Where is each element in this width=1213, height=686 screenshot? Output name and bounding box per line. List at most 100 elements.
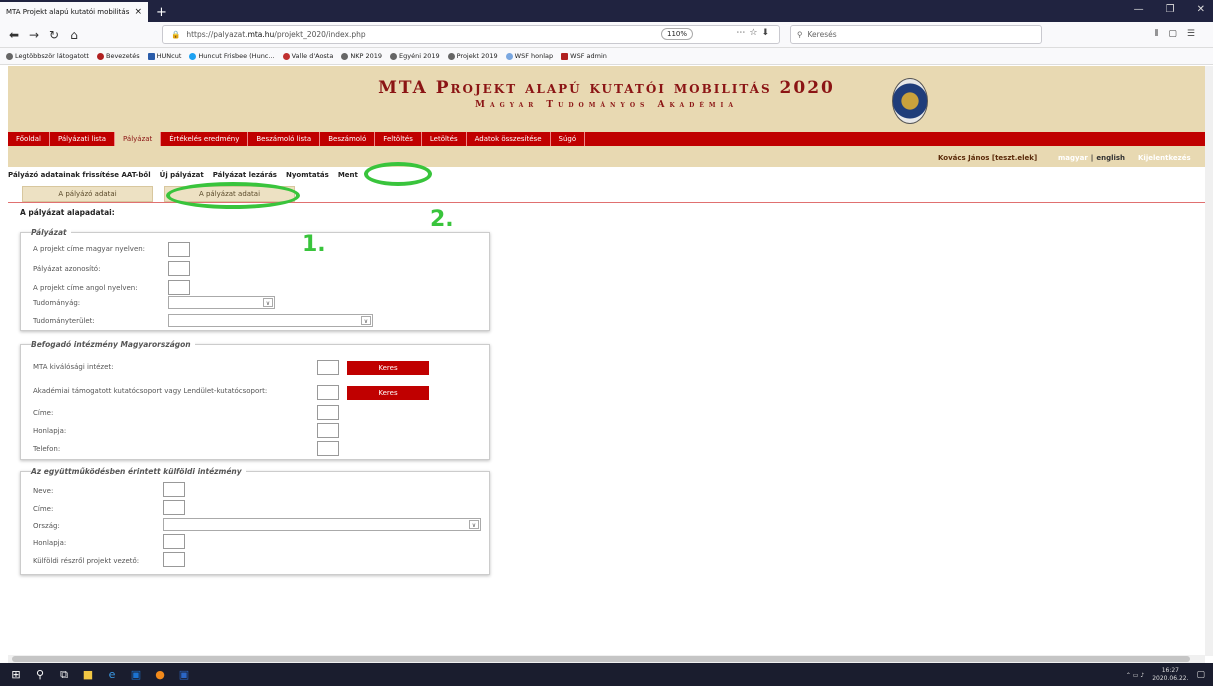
clock-date: 2020.06.22. — [1152, 675, 1189, 682]
menu-item-palyazat[interactable]: Pályázat — [115, 132, 162, 146]
toolbar-icons[interactable]: ⫴▢☰ — [1155, 29, 1205, 39]
logout-link[interactable]: Kijelentkezés — [1138, 154, 1191, 162]
menu-item-fooldal[interactable]: Főoldal — [8, 132, 50, 146]
discipline-select[interactable]: ∨ — [168, 296, 275, 309]
field-label: Ország: — [33, 522, 60, 530]
bookmark-item[interactable]: Egyéni 2019 — [390, 52, 440, 60]
tray-icons[interactable]: ⌃ ▭ ♪ — [1126, 672, 1144, 679]
clock-time: 16:27 — [1161, 667, 1179, 674]
academy-seal-logo — [892, 78, 928, 124]
menu-item-letoltes[interactable]: Letöltés — [422, 132, 467, 146]
foreign-leader-input[interactable] — [163, 552, 185, 567]
project-title-hu-input[interactable] — [168, 242, 190, 257]
menu-item-beszamolo[interactable]: Beszámoló — [320, 132, 376, 146]
country-select[interactable]: ∨ — [163, 518, 481, 531]
save-link[interactable]: Ment — [338, 171, 358, 179]
menu-item-sugo[interactable]: Súgó — [551, 132, 586, 146]
menu-item-beszamolo-lista[interactable]: Beszámoló lista — [248, 132, 321, 146]
firefox-icon[interactable]: ● — [148, 668, 172, 681]
page-actions-icon[interactable]: ⋯☆⬇ — [736, 28, 773, 38]
application-id-input[interactable] — [168, 261, 190, 276]
bookmark-item[interactable]: Bevezetés — [96, 52, 140, 60]
bookmark-item[interactable]: HUNcut — [147, 52, 181, 60]
close-application-link[interactable]: Pályázat lezárás — [213, 171, 277, 179]
back-icon[interactable]: ⬅ — [4, 28, 24, 42]
word-icon[interactable]: ▣ — [172, 668, 196, 681]
search-icon[interactable]: ⚲ — [28, 668, 52, 681]
foreign-website-input[interactable] — [163, 534, 185, 549]
file-explorer-icon[interactable]: ■ — [76, 668, 100, 681]
bookmark-icon — [6, 52, 13, 60]
bookmark-item[interactable]: NKP 2019 — [341, 52, 382, 60]
menu-item-adatok-osszesitese[interactable]: Adatok összesítése — [467, 132, 551, 146]
mta-institute-input[interactable] — [317, 360, 339, 375]
tab-applicant-data[interactable]: A pályázó adatai — [22, 186, 153, 202]
close-window-icon[interactable]: ✕ — [1197, 4, 1205, 15]
bookmark-item[interactable]: Huncut Frisbee (Hunc... — [189, 52, 275, 60]
clock[interactable]: 16:27 2020.06.22. — [1152, 667, 1188, 683]
vertical-scrollbar[interactable] — [1205, 66, 1213, 656]
host-institution-fieldset: Befogadó intézmény Magyarországon MTA ki… — [20, 340, 490, 460]
field-label: MTA kiválósági intézet: — [33, 363, 114, 371]
bookmark-item[interactable]: WSF admin — [561, 52, 607, 60]
zoom-indicator[interactable]: 110% — [660, 28, 693, 40]
lang-english-link[interactable]: english — [1096, 154, 1125, 162]
research-group-input[interactable] — [317, 385, 339, 400]
field-label: A projekt címe angol nyelven: — [33, 284, 138, 292]
bookmark-item[interactable]: Projekt 2019 — [447, 52, 498, 60]
new-application-link[interactable]: Új pályázat — [160, 171, 204, 179]
menu-item-feltoltes[interactable]: Feltöltés — [375, 132, 422, 146]
globe-icon — [341, 52, 349, 60]
current-user: Kovács János [teszt.elek] — [938, 154, 1038, 162]
reload-icon[interactable]: ↻ — [44, 28, 64, 42]
outlook-icon[interactable]: ▣ — [124, 668, 148, 681]
menu-item-ertekeles-eredmeny[interactable]: Értékelés eredmény — [161, 132, 249, 146]
field-label: Honlapja: — [33, 427, 67, 435]
chevron-down-icon: ∨ — [361, 316, 371, 325]
field-label: Pályázat azonosító: — [33, 265, 101, 273]
edge-browser-icon[interactable]: e — [100, 668, 124, 681]
host-website-input[interactable] — [317, 423, 339, 438]
os-taskbar: ⊞ ⚲ ⧉ ■ e ▣ ● ▣ ⌃ ▭ ♪ 16:27 2020.06.22. … — [0, 663, 1213, 686]
lock-icon: 🔒 — [171, 30, 181, 39]
maximize-icon[interactable]: ❐ — [1166, 4, 1175, 15]
scrollbar-thumb[interactable] — [12, 656, 1190, 662]
close-tab-icon[interactable]: × — [134, 7, 142, 17]
search-institute-button[interactable]: Keres — [347, 361, 429, 375]
foreign-address-input[interactable] — [163, 500, 185, 515]
field-label: Címe: — [33, 409, 54, 417]
forward-icon[interactable]: → — [24, 28, 44, 42]
bookmark-icon — [561, 52, 569, 60]
windows-start-icon[interactable]: ⊞ — [4, 668, 28, 681]
bookmark-item[interactable]: WSF honlap — [505, 52, 553, 60]
field-label: Külföldi részről projekt vezető: — [33, 557, 140, 565]
lang-hungarian-link[interactable]: magyar — [1058, 154, 1088, 162]
browser-tab[interactable]: MTA Projekt alapú kutatói mobilitás × — [0, 2, 148, 22]
field-of-science-select[interactable]: ∨ — [168, 314, 373, 327]
main-menu: Főoldal Pályázati lista Pályázat Értékel… — [8, 132, 1205, 146]
bookmark-item[interactable]: Legtöbbször látogatott — [6, 52, 89, 60]
project-title-en-input[interactable] — [168, 280, 190, 295]
task-view-icon[interactable]: ⧉ — [52, 668, 76, 682]
host-address-input[interactable] — [317, 405, 339, 420]
url-bar[interactable]: 🔒 https://palyazat. mta.hu/projekt_2020/i… — [162, 25, 780, 44]
field-label: Neve: — [33, 487, 54, 495]
minimize-icon[interactable]: — — [1134, 4, 1144, 15]
lang-separator: | — [1090, 154, 1094, 162]
search-input[interactable]: ⚲ Keresés — [790, 25, 1042, 44]
bookmark-icon — [189, 52, 197, 60]
search-research-group-button[interactable]: Keres — [347, 386, 429, 400]
field-label: Tudományterület: — [33, 317, 95, 325]
refresh-applicant-data-link[interactable]: Pályázó adatainak frissítése AAT-ből — [8, 171, 151, 179]
horizontal-scrollbar[interactable] — [8, 655, 1205, 663]
field-label: Akadémiai támogatott kutatócsoport vagy … — [33, 387, 268, 395]
host-phone-input[interactable] — [317, 441, 339, 456]
foreign-name-input[interactable] — [163, 482, 185, 497]
notification-icon[interactable]: ▢ — [1196, 670, 1205, 680]
highlight-circle-save — [364, 162, 432, 186]
print-link[interactable]: Nyomtatás — [286, 171, 329, 179]
home-icon[interactable]: ⌂ — [64, 28, 84, 42]
menu-item-palyazati-lista[interactable]: Pályázati lista — [50, 132, 115, 146]
bookmark-item[interactable]: Valle d'Aosta — [282, 52, 333, 60]
new-tab-icon[interactable]: + — [156, 5, 167, 20]
